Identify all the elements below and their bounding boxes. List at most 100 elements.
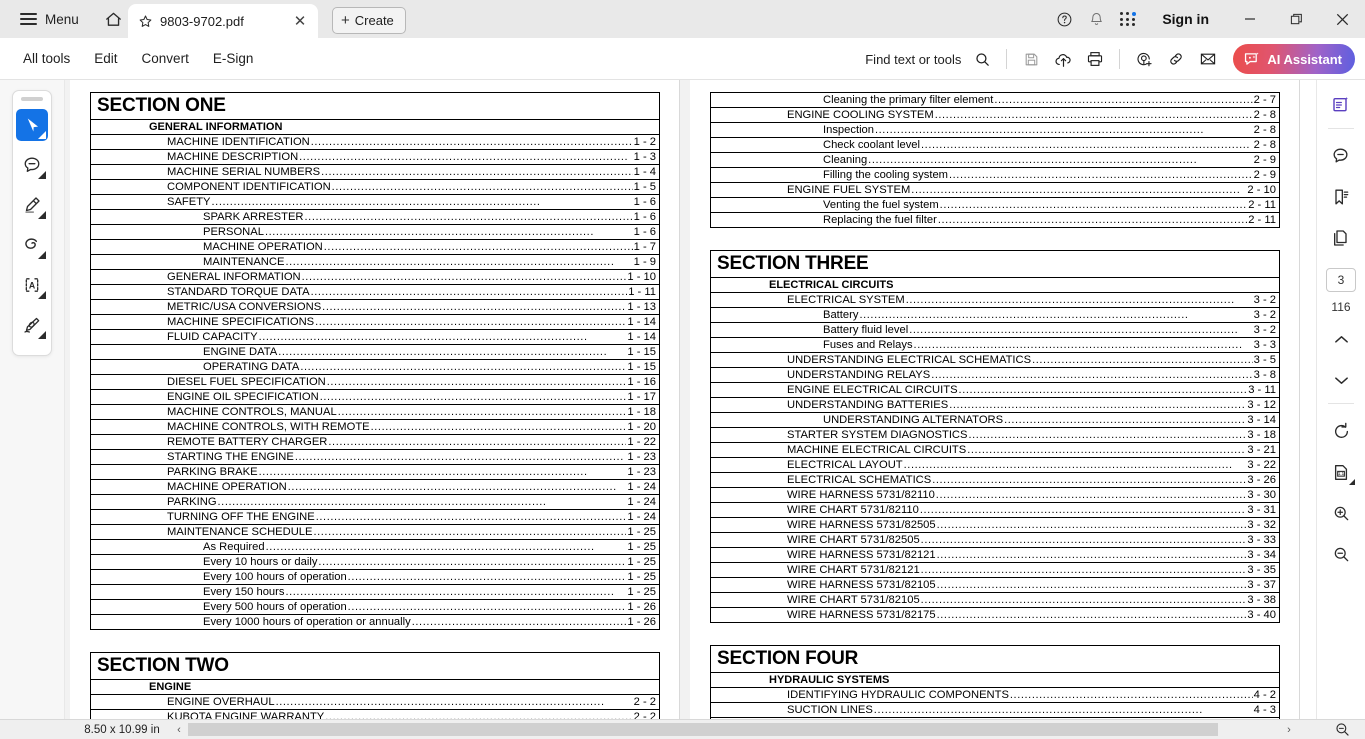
- table-row[interactable]: ENGINE DATA.............................…: [90, 344, 660, 361]
- toc-entry-cell[interactable]: KUBOTA ENGINE WARRANTY..................…: [90, 709, 660, 719]
- table-row[interactable]: UNDERSTANDING ALTERNATORS...............…: [710, 412, 1280, 429]
- toc-entry-cell[interactable]: MAINTENANCE SCHEDULE....................…: [90, 524, 660, 541]
- table-row[interactable]: MACHINE CONTROLS, WITH REMOTE...........…: [90, 419, 660, 436]
- toc-entry-cell[interactable]: PERSONAL................................…: [90, 224, 660, 241]
- scroll-right-button[interactable]: ›: [1280, 721, 1298, 738]
- table-row[interactable]: Every 100 hours of operation............…: [90, 569, 660, 586]
- table-row[interactable]: MACHINE OPERATION.......................…: [90, 479, 660, 496]
- toc-entry-cell[interactable]: WIRE HARNESS 5731/82175.................…: [710, 607, 1280, 624]
- fill-sign-tool-button[interactable]: [16, 309, 48, 341]
- table-row[interactable]: STARTING THE ENGINE.....................…: [90, 449, 660, 466]
- toc-entry-cell[interactable]: SPARK ARRESTER..........................…: [90, 209, 660, 226]
- edit-pdf-button[interactable]: [1325, 89, 1357, 121]
- table-row[interactable]: STANDARD TORQUE DATA....................…: [90, 284, 660, 301]
- toc-entry-cell[interactable]: MACHINE IDENTIFICATION..................…: [90, 134, 660, 151]
- tab-e-sign[interactable]: E-Sign: [202, 45, 265, 72]
- table-row[interactable]: MACHINE OPERATION.......................…: [90, 239, 660, 256]
- comment-tool-button[interactable]: [16, 149, 48, 181]
- table-row[interactable]: Filling the cooling system..............…: [710, 167, 1280, 183]
- toc-entry-cell[interactable]: WIRE HARNESS 5731/82121.................…: [710, 547, 1280, 564]
- sign-in-button[interactable]: Sign in: [1150, 4, 1221, 34]
- fit-page-button[interactable]: 1:1: [1325, 456, 1357, 488]
- table-row[interactable]: KUBOTA ENGINE WARRANTY..................…: [90, 709, 660, 719]
- home-button[interactable]: [97, 4, 131, 34]
- toc-entry-cell[interactable]: STANDARD TORQUE DATA....................…: [90, 284, 660, 301]
- toc-entry-cell[interactable]: Check coolant level.....................…: [710, 137, 1280, 153]
- table-row[interactable]: Battery fluid level.....................…: [710, 322, 1280, 339]
- table-row[interactable]: ELECTRICAL LAYOUT.......................…: [710, 457, 1280, 474]
- toc-entry-cell[interactable]: MACHINE CONTROLS, WITH REMOTE...........…: [90, 419, 660, 436]
- print-button[interactable]: [1080, 44, 1110, 74]
- toc-entry-cell[interactable]: Every 1000 hours of operation or annuall…: [90, 614, 660, 631]
- toc-entry-cell[interactable]: ENGINE ELECTRICAL CIRCUITS..............…: [710, 382, 1280, 399]
- toc-entry-cell[interactable]: STARTER SYSTEM DIAGNOSTICS..............…: [710, 427, 1280, 444]
- add-stamp-button[interactable]: [1129, 44, 1159, 74]
- minimize-button[interactable]: [1227, 0, 1273, 38]
- toc-entry-cell[interactable]: FLUID CAPACITY..........................…: [90, 329, 660, 346]
- toc-entry-cell[interactable]: ENGINE OIL SPECIFICATION................…: [90, 389, 660, 406]
- table-row[interactable]: OPERATING DATA..........................…: [90, 359, 660, 376]
- table-row[interactable]: Cleaning................................…: [710, 152, 1280, 168]
- table-row[interactable]: PARKING BRAKE...........................…: [90, 464, 660, 481]
- toc-entry-cell[interactable]: PARKING BRAKE...........................…: [90, 464, 660, 481]
- toc-entry-cell[interactable]: WIRE CHART 5731/82105...................…: [710, 592, 1280, 609]
- toc-entry-cell[interactable]: Replacing the fuel filter...............…: [710, 212, 1280, 228]
- select-tool-button[interactable]: [16, 109, 48, 141]
- table-row[interactable]: WIRE HARNESS 5731/82175.................…: [710, 607, 1280, 624]
- toc-entry-cell[interactable]: ENGINE FUEL SYSTEM......................…: [710, 182, 1280, 198]
- toc-entry-cell[interactable]: Battery.................................…: [710, 307, 1280, 324]
- table-row[interactable]: MACHINE IDENTIFICATION..................…: [90, 134, 660, 151]
- toc-entry-cell[interactable]: ELECTRICAL SYSTEM.......................…: [710, 292, 1280, 309]
- toc-entry-cell[interactable]: WIRE HARNESS 5731/82505.................…: [710, 517, 1280, 534]
- horizontal-scroll-thumb[interactable]: [188, 723, 1218, 736]
- tab-close-button[interactable]: ✕: [290, 11, 310, 31]
- toc-entry-cell[interactable]: MACHINE CONTROLS, MANUAL................…: [90, 404, 660, 421]
- table-row[interactable]: MACHINE ELECTRICAL CIRCUITS.............…: [710, 442, 1280, 459]
- table-row[interactable]: PERSONAL................................…: [90, 224, 660, 241]
- table-row[interactable]: WIRE CHART 5731/82105...................…: [710, 592, 1280, 609]
- table-row[interactable]: WIRE HARNESS 5731/82105.................…: [710, 577, 1280, 594]
- tab-all-tools[interactable]: All tools: [12, 45, 81, 72]
- search-button[interactable]: [967, 44, 997, 74]
- next-page-button[interactable]: [1325, 364, 1357, 396]
- table-row[interactable]: Every 10 hours or daily.................…: [90, 554, 660, 571]
- table-row[interactable]: MACHINE SERIAL NUMBERS..................…: [90, 164, 660, 181]
- toc-entry-cell[interactable]: Battery fluid level.....................…: [710, 322, 1280, 339]
- table-row[interactable]: PARKING.................................…: [90, 494, 660, 511]
- status-zoom-out-button[interactable]: [1327, 719, 1357, 739]
- table-row[interactable]: UNDERSTANDING RELAYS....................…: [710, 367, 1280, 384]
- apps-button[interactable]: [1112, 3, 1144, 35]
- toc-entry-cell[interactable]: ELECTRICAL SCHEMATICS...................…: [710, 472, 1280, 489]
- table-row[interactable]: ENGINE ELECTRICAL CIRCUITS..............…: [710, 382, 1280, 399]
- toc-entry-cell[interactable]: WIRE HARNESS 5731/82110.................…: [710, 487, 1280, 504]
- table-row[interactable]: ENGINE FUEL SYSTEM......................…: [710, 182, 1280, 198]
- table-row[interactable]: UNDERSTANDING ELECTRICAL SCHEMATICS.....…: [710, 352, 1280, 369]
- table-row[interactable]: GENERAL INFORMATION.....................…: [90, 269, 660, 286]
- toc-entry-cell[interactable]: WIRE HARNESS 5731/82105.................…: [710, 577, 1280, 594]
- toc-entry-cell[interactable]: ENGINE OVERHAUL.........................…: [90, 694, 660, 711]
- scroll-left-button[interactable]: ‹: [170, 721, 188, 738]
- upload-button[interactable]: [1048, 44, 1078, 74]
- toc-entry-cell[interactable]: UNDERSTANDING ELECTRICAL SCHEMATICS.....…: [710, 352, 1280, 369]
- toc-entry-cell[interactable]: COMPONENT IDENTIFICATION................…: [90, 179, 660, 196]
- table-row[interactable]: MACHINE SPECIFICATIONS..................…: [90, 314, 660, 331]
- toc-entry-cell[interactable]: ENGINE COOLING SYSTEM...................…: [710, 107, 1280, 123]
- close-window-button[interactable]: [1319, 0, 1365, 38]
- table-row[interactable]: WIRE CHART 5731/82505...................…: [710, 532, 1280, 549]
- table-row[interactable]: MAINTENANCE SCHEDULE....................…: [90, 524, 660, 541]
- table-row[interactable]: SPARK ARRESTER..........................…: [90, 209, 660, 226]
- create-button[interactable]: + Create: [332, 7, 406, 34]
- toc-entry-cell[interactable]: MACHINE OPERATION.......................…: [90, 479, 660, 496]
- toc-entry-cell[interactable]: As Required.............................…: [90, 539, 660, 556]
- restore-button[interactable]: [1273, 0, 1319, 38]
- toc-entry-cell[interactable]: Venting the fuel system.................…: [710, 197, 1280, 213]
- table-row[interactable]: WIRE CHART 5731/82110...................…: [710, 502, 1280, 519]
- toc-entry-cell[interactable]: Every 500 hours of operation............…: [90, 599, 660, 616]
- toc-entry-cell[interactable]: GENERAL INFORMATION.....................…: [90, 269, 660, 286]
- toc-entry-cell[interactable]: MACHINE ELECTRICAL CIRCUITS.............…: [710, 442, 1280, 459]
- table-row[interactable]: MAINTENANCE.............................…: [90, 254, 660, 271]
- previous-page-button[interactable]: [1325, 323, 1357, 355]
- table-row[interactable]: As Required.............................…: [90, 539, 660, 556]
- toc-entry-cell[interactable]: ELECTRICAL LAYOUT.......................…: [710, 457, 1280, 474]
- rotate-button[interactable]: [1325, 415, 1357, 447]
